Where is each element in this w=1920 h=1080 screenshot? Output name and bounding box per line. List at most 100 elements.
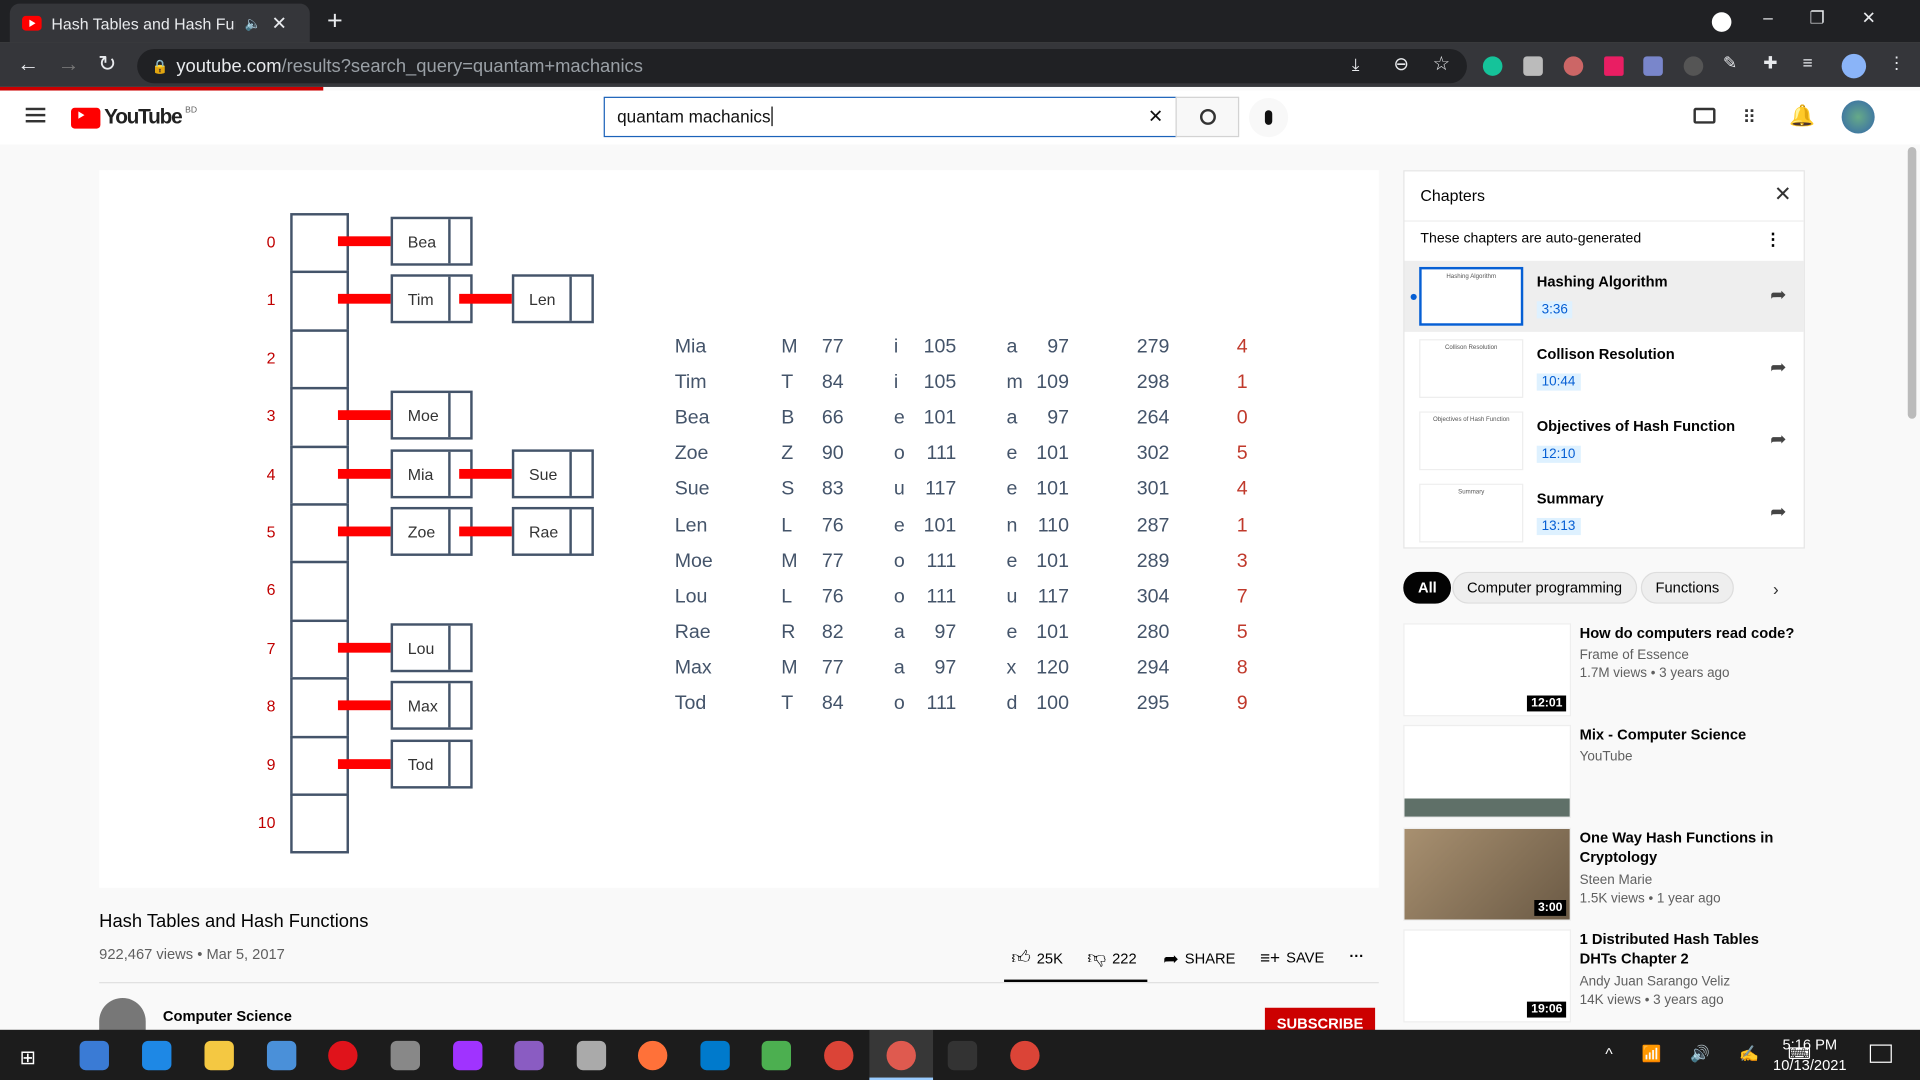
chapter-item[interactable]: Summary Summary 13:13 ➦ [1404, 478, 1803, 549]
video-thumbnail[interactable]: 19:06 [1403, 929, 1572, 1023]
edge-icon[interactable] [142, 1040, 172, 1071]
download-extension-icon[interactable] [1643, 56, 1663, 76]
subscribe-button[interactable]: SUBSCRIBE [1264, 1007, 1376, 1033]
chapter-time[interactable]: 3:36 [1536, 301, 1573, 319]
camera-extension-icon[interactable] [1523, 56, 1543, 76]
video-thumbnail[interactable] [1403, 724, 1572, 818]
share-label: SHARE [1184, 950, 1236, 968]
share-chapter-icon[interactable]: ➦ [1770, 427, 1786, 451]
hash-slot [290, 793, 349, 854]
related-video[interactable]: 12:01 How do computers read code? Frame of… [1403, 623, 1807, 719]
related-title[interactable]: Mix - Computer Science [1580, 725, 1800, 745]
bookmark-star-icon[interactable]: ☆ [1433, 51, 1451, 75]
chip-all[interactable]: All [1403, 571, 1452, 604]
apps-grid-icon[interactable]: ⠿ [1742, 107, 1755, 129]
related-video[interactable]: 19:06 1 Distributed Hash Tables DHTs Chap… [1403, 929, 1807, 1025]
app-icon-3[interactable] [761, 1040, 792, 1071]
clock[interactable]: 5:16 PM 10/13/2021 [1773, 1035, 1847, 1077]
related-title[interactable]: 1 Distributed Hash Tables DHTs Chapter 2 [1580, 929, 1800, 968]
create-video-icon[interactable] [1693, 107, 1716, 124]
related-video[interactable]: 3:00 One Way Hash Functions in Cryptology… [1403, 827, 1807, 924]
more-actions-icon[interactable]: ··· [1349, 948, 1364, 965]
related-title[interactable]: One Way Hash Functions in Cryptology [1580, 828, 1800, 867]
account-avatar[interactable] [1841, 100, 1875, 134]
install-icon[interactable]: ⤓ [1352, 54, 1360, 75]
profile-avatar[interactable] [1841, 53, 1867, 79]
chrome-icon[interactable] [824, 1040, 854, 1071]
youtube-favicon-icon [22, 15, 42, 31]
chip-computer-programming[interactable]: Computer programming [1452, 571, 1637, 604]
grammarly-extension-icon[interactable] [1482, 56, 1503, 76]
close-chapters-icon[interactable]: ✕ [1774, 182, 1791, 206]
table-code1: 84 [821, 693, 844, 714]
messenger-icon[interactable] [453, 1040, 483, 1071]
share-button[interactable]: ➦ SHARE [1163, 948, 1235, 970]
related-video[interactable]: Mix - Computer Science YouTube [1403, 724, 1807, 821]
search-input[interactable]: quantam machanics ✕ [603, 96, 1177, 138]
table-name: Zoe [674, 443, 709, 465]
app-icon[interactable] [390, 1040, 421, 1071]
clear-search-icon[interactable]: ✕ [1148, 105, 1163, 128]
extension-icon[interactable] [1563, 56, 1584, 76]
chapters-more-icon[interactable]: ⋮ [1764, 229, 1781, 250]
scrollbar-thumb[interactable] [1907, 146, 1917, 419]
pen-extension-icon[interactable]: ✎ [1723, 53, 1737, 74]
extension-icon-2[interactable] [1683, 56, 1704, 76]
video-thumbnail[interactable]: 12:01 [1403, 623, 1572, 717]
chapter-item[interactable]: Hashing Algorithm Hashing Algorithm 3:36 ➦ [1404, 260, 1804, 332]
reload-button[interactable]: ↻ [98, 51, 116, 77]
video-player[interactable]: 0 Bea 1 Tim Len 2 3 Moe 4 Mia Sue 5 Zoe Rae 6 7 Lou 8 Max 9… [99, 170, 1379, 888]
vscode-icon[interactable] [700, 1040, 730, 1071]
app-icon-2[interactable] [576, 1040, 607, 1071]
related-title[interactable]: How do computers read code? [1580, 623, 1800, 643]
profile-dropdown-icon[interactable] [1711, 12, 1732, 32]
youtube-logo[interactable]: YouTube BD [71, 105, 197, 129]
chapter-item[interactable]: Collison Resolution Collison Resolution 10… [1404, 333, 1803, 404]
table-code2: 117 [925, 479, 957, 501]
back-button[interactable]: ← [17, 51, 39, 77]
opera-icon[interactable] [328, 1040, 358, 1071]
forward-button[interactable]: → [58, 51, 80, 77]
audio-icon[interactable]: 🔈 [245, 15, 262, 32]
address-bar[interactable]: 🔒 youtube.com/results?search_query=quant… [137, 48, 1467, 84]
qbittorrent-icon[interactable] [79, 1040, 109, 1071]
close-tab-icon[interactable]: ✕ [271, 12, 286, 34]
menu-icon[interactable] [25, 107, 46, 123]
chapter-item[interactable]: Objectives of Hash Function Objectives of… [1404, 405, 1803, 476]
chips-next-icon[interactable]: › [1773, 579, 1779, 599]
media-control-icon[interactable]: ≡ [1802, 53, 1812, 73]
notifications-icon[interactable] [1869, 1044, 1892, 1063]
zoom-out-icon[interactable]: ⊖ [1393, 53, 1408, 75]
channel-name[interactable]: Computer Science [163, 1008, 292, 1025]
voice-search-button[interactable] [1248, 97, 1289, 138]
share-chapter-icon[interactable]: ➦ [1770, 283, 1786, 307]
chapters-heading: Chapters [1420, 186, 1486, 205]
share-chapter-icon[interactable]: ➦ [1770, 500, 1786, 524]
extensions-puzzle-icon[interactable]: ✚ [1763, 53, 1777, 74]
chapter-time[interactable]: 10:44 [1536, 373, 1581, 391]
chapter-time[interactable]: 13:13 [1536, 517, 1581, 536]
mail-icon[interactable] [266, 1040, 297, 1071]
play-extension-icon[interactable] [1604, 56, 1624, 76]
chapter-time[interactable]: 12:10 [1536, 445, 1581, 463]
github-icon[interactable] [514, 1040, 544, 1071]
browser-menu-icon[interactable]: ⋮ [1888, 53, 1905, 74]
file-explorer-icon[interactable] [204, 1040, 234, 1071]
video-thumbnail[interactable]: 3:00 [1403, 827, 1572, 921]
chrome-profile-icon[interactable] [1010, 1040, 1040, 1071]
window-controls[interactable]: –❐✕ [1763, 7, 1912, 28]
notifications-bell-icon[interactable]: 🔔 [1789, 104, 1815, 128]
chip-functions[interactable]: Functions [1640, 571, 1734, 604]
dislike-button[interactable]: 👎︎ 222 [1087, 948, 1136, 970]
search-button[interactable] [1175, 96, 1240, 138]
firefox-icon[interactable] [637, 1040, 668, 1071]
start-button[interactable]: ⊞ [20, 1046, 36, 1070]
like-button[interactable]: 👍︎ 25K [1011, 948, 1062, 970]
table-sum: 289 [1136, 550, 1170, 572]
chapters-panel: Chapters ✕ These chapters are auto-gener… [1403, 170, 1805, 549]
browser-tab[interactable]: Hash Tables and Hash Functions 🔈 ✕ [9, 3, 310, 43]
save-button[interactable]: ≡+ SAVE [1260, 948, 1324, 968]
terminal-icon[interactable] [947, 1040, 978, 1071]
new-tab-button[interactable]: + [327, 5, 343, 37]
share-chapter-icon[interactable]: ➦ [1770, 355, 1786, 379]
